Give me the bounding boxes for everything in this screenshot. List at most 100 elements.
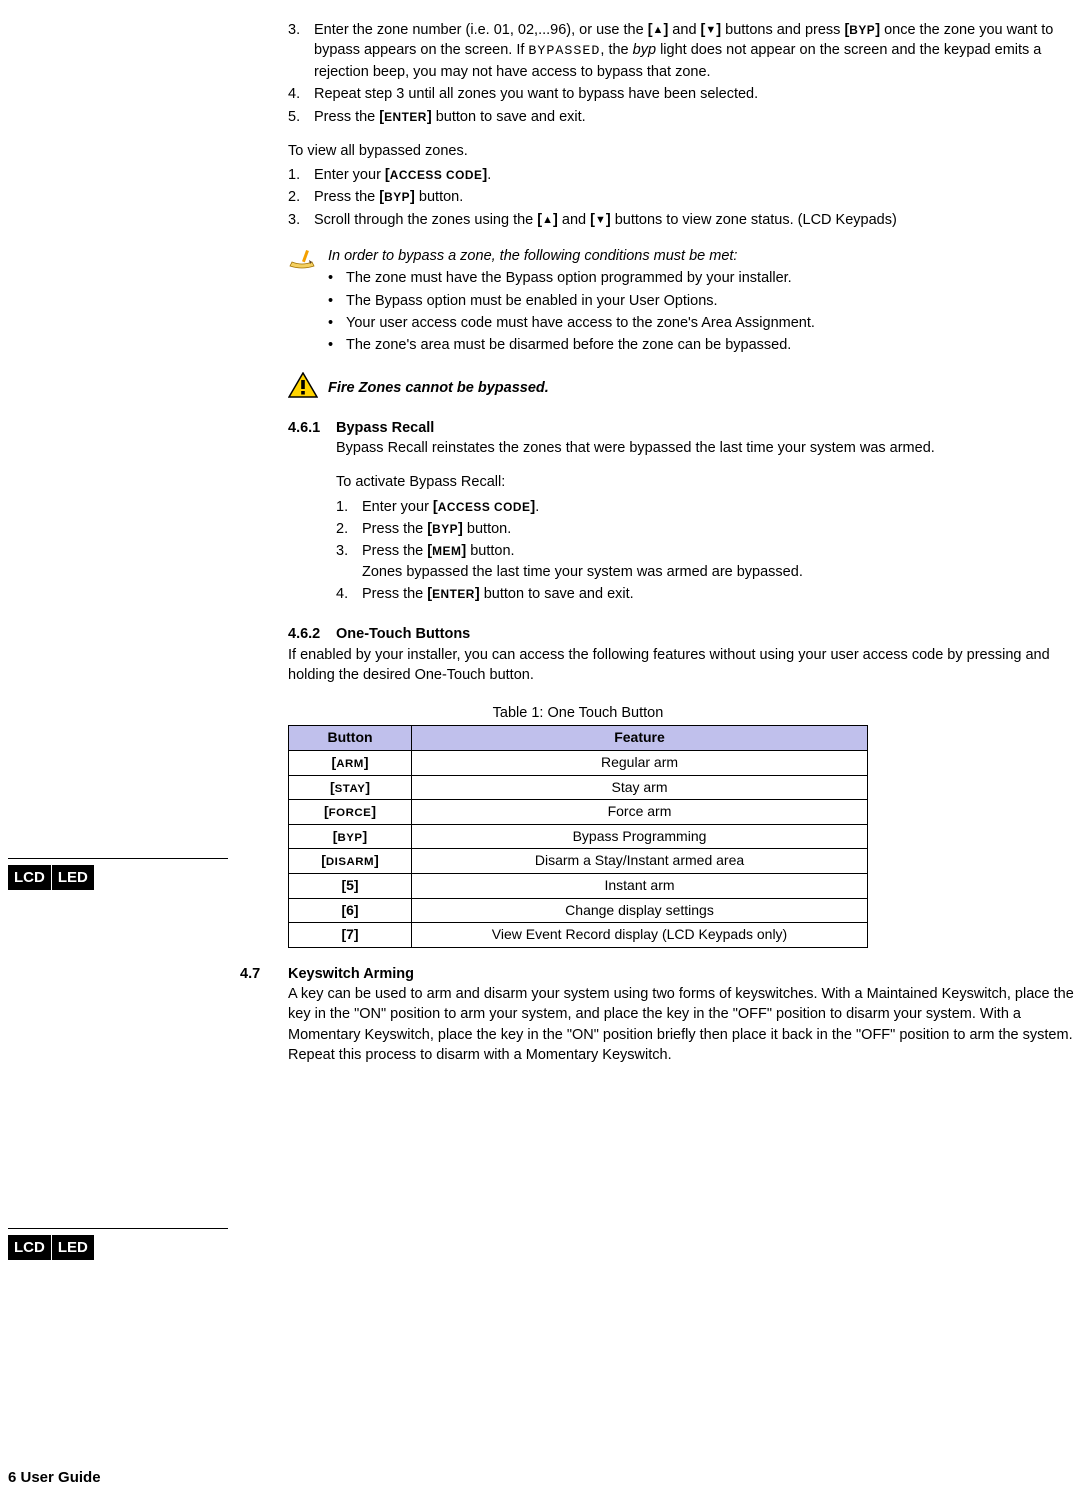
- bullet-item: •The zone must have the Bypass option pr…: [328, 268, 1074, 288]
- list-body: Press the [ENTER] button to save and exi…: [314, 107, 1074, 127]
- text: Enter the zone number (i.e. 01, 02,...96…: [314, 22, 648, 38]
- text: , the: [600, 42, 632, 58]
- bullet-item: •The zone's area must be disarmed before…: [328, 335, 1074, 355]
- lcd-text: BYPASSED: [528, 44, 600, 59]
- table-header-row: Button Feature: [289, 726, 868, 751]
- table-cell-feature: Force arm: [412, 800, 868, 825]
- list-item: 3. Enter the zone number (i.e. 01, 02,..…: [288, 20, 1074, 82]
- sub-text: Zones bypassed the last time your system…: [362, 562, 1074, 582]
- section-461-heading: 4.6.1 Bypass Recall: [288, 418, 1074, 438]
- divider: [8, 858, 228, 859]
- section-number: 4.6.1: [288, 418, 336, 438]
- list-body: Press the [BYP] button.: [362, 519, 1074, 539]
- list-number: 1.: [336, 497, 362, 517]
- list-number: 4.: [288, 84, 314, 104]
- list-item: 3. Press the [MEM] button.: [336, 541, 1074, 561]
- table-cell-feature: Bypass Programming: [412, 824, 868, 849]
- list-item: 5. Press the [ENTER] button to save and …: [288, 107, 1074, 127]
- table-cell-feature: Disarm a Stay/Instant armed area: [412, 849, 868, 874]
- bullet-item: •The Bypass option must be enabled in yo…: [328, 291, 1074, 311]
- note-body: In order to bypass a zone, the following…: [328, 246, 1074, 357]
- bullet-mark: •: [328, 313, 346, 333]
- section-title: One-Touch Buttons: [336, 624, 470, 644]
- text: button to save and exit.: [432, 109, 586, 125]
- table-cell-feature: Change display settings: [412, 898, 868, 923]
- list-body: Press the [BYP] button.: [314, 187, 1074, 207]
- text: Enter your: [314, 167, 385, 183]
- key-enter: [ENTER]: [379, 109, 431, 125]
- note-intro: In order to bypass a zone, the following…: [328, 246, 1074, 266]
- table-row: [FORCE]Force arm: [289, 800, 868, 825]
- text: byp: [633, 42, 656, 58]
- list-number: 1.: [288, 165, 314, 185]
- list-item: 4. Press the [ENTER] button to save and …: [336, 584, 1074, 604]
- bullet-text: The zone's area must be disarmed before …: [346, 335, 791, 355]
- key-byp: [BYP]: [427, 521, 463, 537]
- bullet-item: •Your user access code must have access …: [328, 313, 1074, 333]
- bullet-text: The zone must have the Bypass option pro…: [346, 268, 792, 288]
- warning-icon: [288, 372, 328, 404]
- bullet-mark: •: [328, 335, 346, 355]
- page-footer: 6 User Guide: [8, 1467, 101, 1488]
- section-462-heading: 4.6.2 One-Touch Buttons: [288, 624, 1074, 644]
- list-body: Enter the zone number (i.e. 01, 02,...96…: [314, 20, 1074, 82]
- text: Press the: [314, 109, 379, 125]
- table-header: Feature: [412, 726, 868, 751]
- table-row: [DISARM]Disarm a Stay/Instant armed area: [289, 849, 868, 874]
- text: Press the: [314, 189, 379, 205]
- list-body: Press the [ENTER] button to save and exi…: [362, 584, 1074, 604]
- warning-text: Fire Zones cannot be bypassed.: [328, 378, 549, 398]
- key-up: [▲]: [537, 212, 558, 228]
- table-row: [ARM]Regular arm: [289, 750, 868, 775]
- table-cell-feature: View Event Record display (LCD Keypads o…: [412, 923, 868, 948]
- section-number: 4.7: [240, 964, 288, 984]
- one-touch-table: Button Feature [ARM]Regular arm[STAY]Sta…: [288, 725, 868, 947]
- table-cell-button: [FORCE]: [289, 800, 412, 825]
- section-number: 4.6.2: [288, 624, 336, 644]
- list-number: 2.: [336, 519, 362, 539]
- list-item: 2. Press the [BYP] button.: [336, 519, 1074, 539]
- led-label: LED: [52, 1235, 94, 1260]
- paragraph: A key can be used to arm and disarm your…: [288, 984, 1074, 1065]
- key-byp: [BYP]: [844, 22, 880, 38]
- text: .: [535, 499, 539, 515]
- text: Press the: [362, 586, 427, 602]
- pencil-icon: [288, 246, 328, 357]
- bullet-mark: •: [328, 268, 346, 288]
- sidebar-badge-462: LCD LED: [8, 858, 238, 890]
- list-item: 3. Scroll through the zones using the [▲…: [288, 210, 1074, 230]
- list-item: 2. Press the [BYP] button.: [288, 187, 1074, 207]
- list-item: 1. Enter your [ACCESS CODE].: [336, 497, 1074, 517]
- paragraph: Bypass Recall reinstates the zones that …: [336, 438, 1074, 458]
- list-body: Press the [MEM] button.: [362, 541, 1074, 561]
- paragraph: If enabled by your installer, you can ac…: [288, 645, 1074, 686]
- list-body: Enter your [ACCESS CODE].: [362, 497, 1074, 517]
- table-cell-feature: Stay arm: [412, 775, 868, 800]
- table-cell-button: [7]: [289, 923, 412, 948]
- page: LCD LED LCD LED 3. Enter the zone number…: [8, 20, 1074, 1488]
- table-cell-button: [5]: [289, 873, 412, 898]
- lcd-led-badge: LCD LED: [8, 865, 94, 890]
- list-body: Enter your [ACCESS CODE].: [314, 165, 1074, 185]
- text: button.: [463, 521, 511, 537]
- table-cell-feature: Regular arm: [412, 750, 868, 775]
- bullet-mark: •: [328, 291, 346, 311]
- led-label: LED: [52, 865, 94, 890]
- table-row: [STAY]Stay arm: [289, 775, 868, 800]
- section-461-body: Bypass Recall reinstates the zones that …: [336, 438, 1074, 604]
- divider: [8, 1228, 228, 1229]
- text: buttons to view zone status. (LCD Keypad…: [611, 212, 897, 228]
- key-up: [▲]: [648, 22, 669, 38]
- list-body: Repeat step 3 until all zones you want t…: [314, 84, 1074, 104]
- sidebar-badge-47: LCD LED: [8, 1228, 238, 1260]
- key-down: [▼]: [701, 22, 722, 38]
- text: button to save and exit.: [480, 586, 634, 602]
- table-row: [BYP]Bypass Programming: [289, 824, 868, 849]
- list-number: 2.: [288, 187, 314, 207]
- list-body: Scroll through the zones using the [▲] a…: [314, 210, 1074, 230]
- bullet-text: Your user access code must have access t…: [346, 313, 815, 333]
- lcd-led-badge: LCD LED: [8, 1235, 94, 1260]
- list-number: 5.: [288, 107, 314, 127]
- text: Press the: [362, 521, 427, 537]
- key-enter: [ENTER]: [427, 586, 479, 602]
